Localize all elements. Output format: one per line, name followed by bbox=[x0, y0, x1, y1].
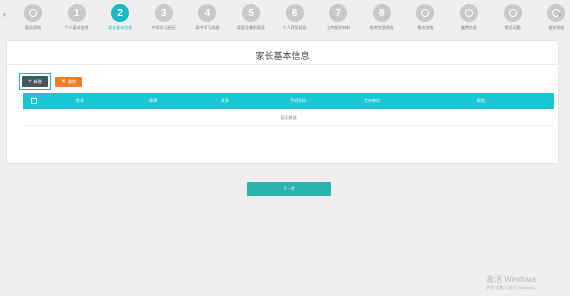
table-header: 姓名 称谓 关系 手机号码 工作单位 职务 bbox=[23, 93, 554, 109]
add-button[interactable]: + 新增 bbox=[22, 76, 48, 87]
step-item[interactable]: 7 上传报名材料 bbox=[318, 4, 358, 30]
step-item[interactable]: 3 中学学习经历 bbox=[144, 4, 184, 30]
circle-icon bbox=[421, 9, 430, 17]
step-label: 报考信息预览 bbox=[369, 25, 394, 30]
next-arrow-icon[interactable]: › bbox=[558, 9, 561, 19]
stepper: ‹ 报告须知 1 个人基本信息 2 家长基本信息 3 中学学习经历 4 高中学习成绩 5 奖惩及兼职… bbox=[0, 0, 570, 36]
step-marker bbox=[503, 4, 522, 22]
step-item[interactable]: 报名进度 bbox=[405, 4, 445, 30]
column-header: 手机号码 bbox=[290, 98, 306, 103]
page-title: 家长基本信息 bbox=[255, 51, 310, 61]
step-label: 奖惩及兼职获奖 bbox=[237, 25, 265, 30]
step-marker bbox=[460, 4, 478, 22]
prev-arrow-icon[interactable]: ‹ bbox=[3, 9, 6, 19]
divider bbox=[7, 64, 558, 65]
column-header: 称谓 bbox=[149, 98, 157, 103]
step-label: 个人基本信息 bbox=[64, 25, 89, 30]
step-marker: 3 bbox=[154, 4, 173, 22]
step-label: 家长基本信息 bbox=[108, 25, 133, 30]
close-icon: ✕ bbox=[60, 79, 67, 85]
column-header: 关系 bbox=[221, 98, 229, 103]
delete-button[interactable]: ✕ 删除 bbox=[55, 77, 82, 87]
column-header: 职务 bbox=[477, 98, 485, 103]
step-item[interactable]: 4 高中学习成绩 bbox=[187, 4, 227, 30]
add-button-label: 新增 bbox=[33, 78, 42, 84]
step-marker: 6 bbox=[285, 4, 304, 22]
watermark-title: 激活 Windows bbox=[486, 275, 537, 284]
plus-icon: + bbox=[28, 78, 32, 85]
step-marker bbox=[547, 4, 566, 22]
step-label: 高中学习成绩 bbox=[195, 25, 220, 30]
step-marker: 2 bbox=[111, 4, 130, 22]
circle-icon bbox=[465, 9, 473, 17]
step-label: 缴费信息 bbox=[461, 25, 477, 30]
step-label: 报名进度 bbox=[417, 25, 434, 30]
step-item[interactable]: 2 家长基本信息 bbox=[100, 4, 140, 30]
step-marker: 8 bbox=[372, 4, 391, 22]
column-header: 姓名 bbox=[76, 98, 84, 103]
step-item[interactable]: 8 报考信息预览 bbox=[362, 4, 402, 30]
step-item[interactable]: 缴费信息 bbox=[449, 4, 489, 30]
next-step-button[interactable]: 下一步 bbox=[247, 182, 331, 196]
step-label: 上传报名材料 bbox=[326, 25, 351, 30]
watermark-subtitle: 转到"设置"以激活 Windows。 bbox=[486, 285, 539, 290]
step-label: 个人获奖经历 bbox=[282, 25, 307, 30]
empty-table-text: 暂无数据 bbox=[23, 109, 554, 126]
step-label: 报名须知 bbox=[548, 25, 565, 30]
step-marker: 5 bbox=[242, 4, 260, 22]
step-label: 常见问题 bbox=[504, 25, 521, 30]
step-item[interactable]: 报告须知 bbox=[13, 4, 53, 30]
step-item[interactable]: 常见问题 bbox=[493, 4, 533, 30]
step-item[interactable]: 5 奖惩及兼职获奖 bbox=[231, 4, 271, 30]
select-all-checkbox[interactable] bbox=[31, 98, 37, 104]
step-marker bbox=[416, 4, 435, 22]
step-marker: 4 bbox=[198, 4, 217, 22]
parent-info-card: 家长基本信息 + 新增 ✕ 删除 姓名 称谓 关系 手机号码 工作单位 职务 暂… bbox=[6, 40, 559, 196]
step-item[interactable]: 报名须知 bbox=[536, 4, 570, 30]
circle-icon bbox=[508, 9, 517, 17]
step-label: 报告须知 bbox=[25, 25, 41, 30]
step-label: 中学学习经历 bbox=[151, 25, 176, 30]
step-item[interactable]: 1 个人基本信息 bbox=[57, 4, 97, 30]
column-header: 工作单位 bbox=[364, 98, 380, 103]
circle-icon bbox=[29, 9, 37, 17]
step-marker: 1 bbox=[67, 4, 86, 22]
step-marker bbox=[24, 4, 42, 22]
windows-watermark: 激活 Windows 转到"设置"以激活 Windows。 bbox=[486, 275, 538, 291]
step-marker: 7 bbox=[329, 4, 348, 22]
step-item[interactable]: 6 个人获奖经历 bbox=[275, 4, 315, 30]
delete-button-label: 删除 bbox=[68, 79, 77, 84]
